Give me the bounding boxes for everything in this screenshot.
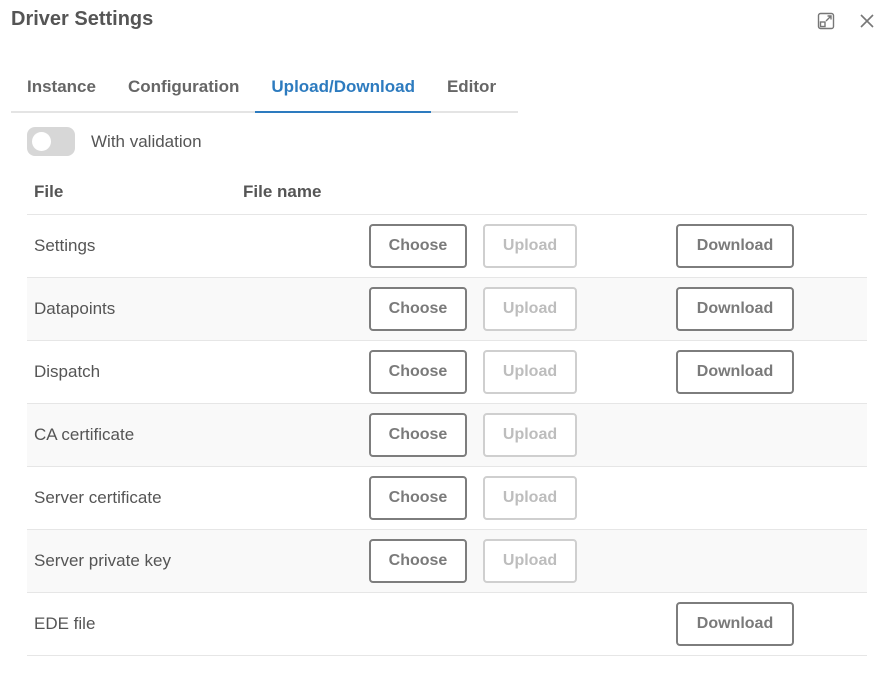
table-row: Server certificate Choose Upload xyxy=(27,467,867,530)
tab-bar: Instance Configuration Upload/Download E… xyxy=(11,62,518,113)
expand-button[interactable] xyxy=(815,10,837,32)
close-icon xyxy=(860,14,874,28)
row-label: Server private key xyxy=(34,551,171,570)
choose-button[interactable]: Choose xyxy=(369,224,467,268)
row-label: CA certificate xyxy=(34,425,135,444)
choose-button[interactable]: Choose xyxy=(369,287,467,331)
table-row: Dispatch Choose Upload Download xyxy=(27,341,867,404)
upload-button[interactable]: Upload xyxy=(483,224,577,268)
table-row: Settings Choose Upload Download xyxy=(27,215,867,278)
dialog-title: Driver Settings xyxy=(11,8,154,30)
download-button[interactable]: Download xyxy=(676,602,794,646)
tab-upload-download[interactable]: Upload/Download xyxy=(255,62,431,113)
row-label: Server certificate xyxy=(34,488,162,507)
header-file: File xyxy=(34,182,64,201)
row-label: Settings xyxy=(34,236,96,255)
validation-row: With validation xyxy=(27,127,202,156)
choose-button[interactable]: Choose xyxy=(369,476,467,520)
choose-button[interactable]: Choose xyxy=(369,350,467,394)
row-label: Dispatch xyxy=(34,362,101,381)
upload-button[interactable]: Upload xyxy=(483,287,577,331)
tab-editor[interactable]: Editor xyxy=(431,62,512,111)
table-row: Server private key Choose Upload xyxy=(27,530,867,593)
table-row: CA certificate Choose Upload xyxy=(27,404,867,467)
row-label: Datapoints xyxy=(34,299,116,318)
download-button[interactable]: Download xyxy=(676,287,794,331)
toggle-knob xyxy=(32,132,51,151)
download-button[interactable]: Download xyxy=(676,350,794,394)
expand-icon xyxy=(817,12,835,30)
choose-button[interactable]: Choose xyxy=(369,413,467,457)
table-header: File File name xyxy=(27,170,867,215)
download-button[interactable]: Download xyxy=(676,224,794,268)
tab-instance[interactable]: Instance xyxy=(11,62,112,111)
upload-button[interactable]: Upload xyxy=(483,350,577,394)
upload-button[interactable]: Upload xyxy=(483,413,577,457)
close-button[interactable] xyxy=(856,10,878,32)
validation-label: With validation xyxy=(91,131,202,151)
row-label: EDE file xyxy=(34,614,96,633)
tab-configuration[interactable]: Configuration xyxy=(112,62,255,111)
choose-button[interactable]: Choose xyxy=(369,539,467,583)
upload-button[interactable]: Upload xyxy=(483,539,577,583)
header-file-name: File name xyxy=(243,182,322,201)
upload-button[interactable]: Upload xyxy=(483,476,577,520)
table-row: EDE file Download xyxy=(27,593,867,656)
table-row: Datapoints Choose Upload Download xyxy=(27,278,867,341)
files-table: File File name Settings Choose Upload Do… xyxy=(27,170,867,656)
validation-toggle[interactable] xyxy=(27,127,75,156)
